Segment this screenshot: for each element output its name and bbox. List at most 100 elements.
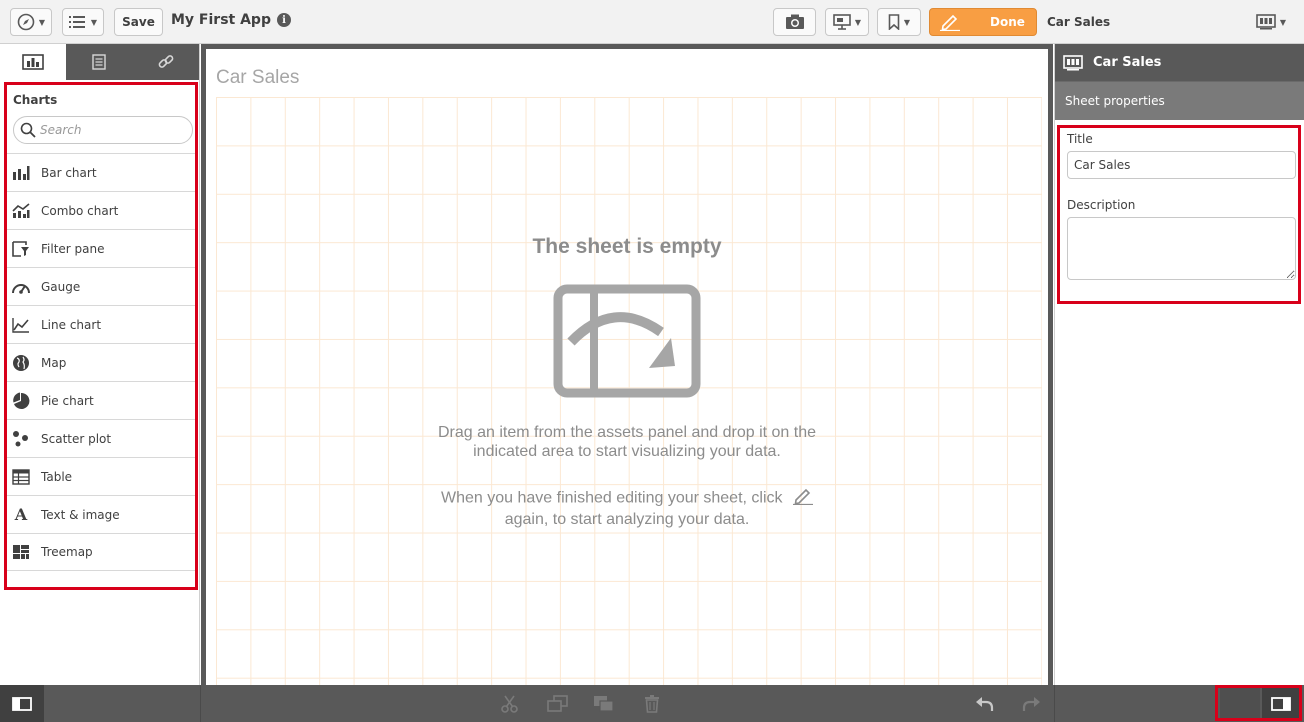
treemap-icon <box>11 542 31 562</box>
separator <box>200 685 201 722</box>
title-input[interactable] <box>1067 151 1296 179</box>
chart-item-map[interactable]: Map <box>7 343 195 381</box>
chart-icon <box>22 54 44 70</box>
link-icon <box>158 55 174 68</box>
copy-icon <box>547 695 568 712</box>
toggle-assets-panel-button[interactable] <box>0 685 44 722</box>
snapshot-button[interactable] <box>773 8 816 36</box>
sheet-canvas[interactable]: Car Sales The sheet is empty Drag an ite… <box>206 49 1048 685</box>
sheet-canvas-area: Car Sales The sheet is empty Drag an ite… <box>201 44 1053 685</box>
search-icon <box>20 122 36 138</box>
map-icon <box>11 353 31 373</box>
chart-item-text-image[interactable]: A Text & image <box>7 495 195 533</box>
sheet-title: Car Sales <box>216 67 300 88</box>
empty-sheet-title: The sheet is empty <box>532 235 722 258</box>
description-input[interactable] <box>1067 217 1296 280</box>
sheet-properties-highlight-box: Title Description <box>1057 125 1301 304</box>
chart-item-gauge[interactable]: Gauge <box>7 267 195 305</box>
copy-button[interactable] <box>547 694 569 714</box>
line-chart-icon <box>11 315 31 335</box>
scatter-plot-icon <box>11 429 31 449</box>
fields-icon <box>92 54 107 70</box>
chart-item-label: Text & image <box>41 507 120 522</box>
list-icon <box>68 16 85 28</box>
global-menu-button[interactable]: ▼ <box>62 8 104 36</box>
assets-panel: Charts Bar chart Combo chart Filter pane… <box>0 44 200 685</box>
current-sheet-name: Car Sales <box>1047 15 1111 29</box>
drag-drop-illustration-icon <box>553 284 701 401</box>
done-editing-button[interactable]: Done <box>929 8 1037 36</box>
pencil-icon <box>792 487 813 510</box>
chart-item-table[interactable]: Table <box>7 457 195 495</box>
chart-item-label: Table <box>41 469 73 484</box>
properties-header-title: Car Sales <box>1093 55 1162 70</box>
chart-item-treemap[interactable]: Treemap <box>7 533 195 571</box>
drag-hint: Drag an item from the assets panel and d… <box>206 423 1048 461</box>
tab-master-items[interactable] <box>133 44 199 80</box>
chart-item-label: Combo chart <box>41 203 119 218</box>
compass-icon <box>17 13 35 31</box>
table-icon <box>11 467 31 487</box>
chart-item-pie-chart[interactable]: Pie chart <box>7 381 195 419</box>
app-title: My First App i <box>171 12 291 28</box>
undo-icon <box>976 697 994 711</box>
bookmarks-button[interactable]: ▼ <box>877 8 921 36</box>
charts-highlight-box: Charts Bar chart Combo chart Filter pane… <box>4 82 198 590</box>
paste-icon <box>594 696 614 712</box>
sheet-properties-section[interactable]: Sheet properties <box>1055 81 1304 120</box>
app-title-text: My First App <box>171 12 271 28</box>
filter-pane-icon <box>11 239 31 259</box>
undo-button[interactable] <box>974 694 996 714</box>
delete-button[interactable] <box>641 694 663 714</box>
chart-item-label: Map <box>41 355 67 370</box>
cut-button[interactable] <box>499 694 521 714</box>
chart-item-label: Bar chart <box>41 165 97 180</box>
bookmark-icon <box>888 14 900 30</box>
drag-hint-line1: Drag an item from the assets panel and d… <box>438 424 816 441</box>
tab-fields[interactable] <box>66 44 132 80</box>
bar-chart-icon <box>11 163 31 183</box>
search-input[interactable] <box>40 123 180 137</box>
done-hint: When you have finished editing your shee… <box>206 487 1048 529</box>
gauge-icon <box>11 277 31 297</box>
panel-left-icon <box>12 696 32 711</box>
sheet-icon <box>1063 54 1085 71</box>
chart-item-combo-chart[interactable]: Combo chart <box>7 191 195 229</box>
camera-icon <box>785 14 804 29</box>
info-icon[interactable]: i <box>276 13 291 27</box>
bottom-toolbar <box>0 685 1304 722</box>
chevron-down-icon: ▼ <box>38 17 46 27</box>
chart-list: Bar chart Combo chart Filter pane Gauge … <box>7 153 195 571</box>
charts-heading: Charts <box>13 93 58 107</box>
chevron-down-icon: ▼ <box>854 17 862 27</box>
text-image-icon: A <box>14 505 28 524</box>
chart-item-line-chart[interactable]: Line chart <box>7 305 195 343</box>
chevron-down-icon: ▼ <box>903 17 911 27</box>
save-button[interactable]: Save <box>114 8 163 36</box>
chart-item-label: Gauge <box>41 279 81 294</box>
chart-item-label: Line chart <box>41 317 102 332</box>
paste-button[interactable] <box>593 694 615 714</box>
properties-toggle-highlight-box <box>1215 685 1302 721</box>
sheet-selector[interactable]: Car Sales ▼ <box>1039 8 1298 36</box>
done-hint-line2: again, to start analyzing your data. <box>504 511 750 528</box>
presentation-icon <box>833 14 851 30</box>
storytelling-button[interactable]: ▼ <box>825 8 869 36</box>
top-toolbar: ▼ ▼ Save My First App i ▼ ▼ Done Car Sal… <box>0 0 1304 44</box>
tab-charts[interactable] <box>0 44 67 80</box>
chart-item-filter-pane[interactable]: Filter pane <box>7 229 195 267</box>
properties-panel: Car Sales Sheet properties Title Descrip… <box>1054 44 1304 685</box>
search-box[interactable] <box>13 116 193 144</box>
done-label: Done <box>990 15 1025 29</box>
chevron-down-icon: ▼ <box>90 17 98 27</box>
chart-item-label: Scatter plot <box>41 431 112 446</box>
scissors-icon <box>501 695 518 713</box>
redo-button[interactable] <box>1020 694 1042 714</box>
chart-item-bar-chart[interactable]: Bar chart <box>7 153 195 191</box>
navigation-menu-button[interactable]: ▼ <box>10 8 52 36</box>
trash-icon <box>645 695 659 713</box>
chart-item-scatter-plot[interactable]: Scatter plot <box>7 419 195 457</box>
redo-icon <box>1022 697 1040 711</box>
chart-item-label: Treemap <box>41 545 93 559</box>
properties-header: Car Sales <box>1055 44 1304 81</box>
